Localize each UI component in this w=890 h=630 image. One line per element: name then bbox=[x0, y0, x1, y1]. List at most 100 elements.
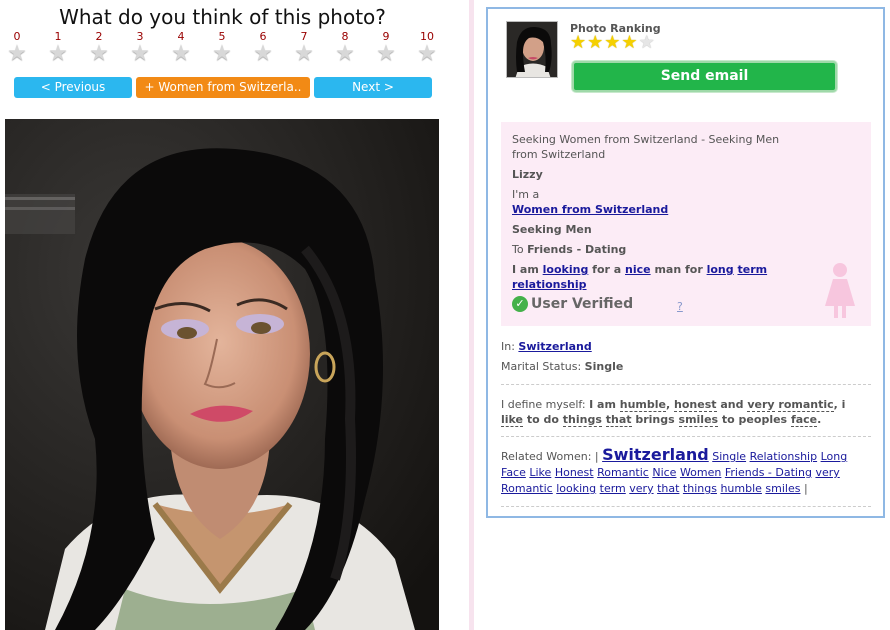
divider bbox=[501, 384, 871, 385]
related-link[interactable]: Romantic bbox=[501, 482, 553, 495]
ranking-stars: ★★★★★ bbox=[570, 33, 656, 53]
define-keyword: like bbox=[501, 413, 524, 427]
related-end: | bbox=[800, 482, 808, 495]
define-text-part: and bbox=[716, 398, 748, 411]
desc-link-nice[interactable]: nice bbox=[625, 263, 651, 276]
rate-0[interactable]: 0 ★ bbox=[5, 30, 29, 65]
related-link[interactable]: Face bbox=[501, 466, 526, 479]
star-icon: ★ bbox=[89, 41, 109, 66]
location-link[interactable]: Switzerland bbox=[518, 340, 591, 353]
related-link[interactable]: Long bbox=[821, 450, 848, 463]
to-line: To Friends - Dating bbox=[512, 242, 626, 257]
profile-photo[interactable] bbox=[5, 119, 439, 630]
profile-name-text: Lizzy bbox=[512, 168, 543, 181]
rate-7[interactable]: 7 ★ bbox=[292, 30, 316, 65]
category-button[interactable]: + Women from Switzerla.. bbox=[136, 77, 310, 98]
seeking-label: Seeking Men bbox=[512, 222, 592, 237]
related-link[interactable]: Women bbox=[680, 466, 721, 479]
woman-icon bbox=[825, 263, 855, 318]
im-a-label: I'm a bbox=[512, 188, 540, 201]
define-text-part: . bbox=[817, 413, 822, 426]
related-link[interactable]: very bbox=[629, 482, 653, 495]
previous-button[interactable]: < Previous bbox=[14, 77, 132, 98]
rate-5[interactable]: 5 ★ bbox=[210, 30, 234, 65]
related-link[interactable]: things bbox=[683, 482, 717, 495]
divider bbox=[501, 506, 871, 507]
related-link[interactable]: Romantic bbox=[597, 466, 649, 479]
send-email-button[interactable]: Send email bbox=[572, 61, 837, 92]
category-link[interactable]: Women from Switzerland bbox=[512, 203, 668, 216]
rate-8[interactable]: 8 ★ bbox=[333, 30, 357, 65]
rate-3[interactable]: 3 ★ bbox=[128, 30, 152, 65]
related-link[interactable]: Relationship bbox=[750, 450, 818, 463]
define-keyword: things bbox=[562, 413, 602, 427]
seeking-label-text: Seeking Men bbox=[512, 223, 592, 236]
to-value: Friends - Dating bbox=[527, 243, 627, 256]
marital-value: Single bbox=[584, 360, 624, 373]
desc-text-3: man for bbox=[650, 263, 707, 276]
related-link[interactable]: Nice bbox=[652, 466, 676, 479]
define-text-part: I am bbox=[589, 398, 620, 411]
next-button[interactable]: Next > bbox=[314, 77, 432, 98]
star-icon: ★ bbox=[294, 41, 314, 66]
rate-1[interactable]: 1 ★ bbox=[46, 30, 70, 65]
photo-column: What do you think of this photo? 0 ★ 1 ★ 2… bbox=[0, 0, 445, 630]
rank-star-icon: ★ bbox=[621, 32, 639, 53]
desc-link-term[interactable]: term bbox=[737, 263, 767, 276]
star-icon: ★ bbox=[376, 41, 396, 66]
rank-star-icon: ★ bbox=[587, 32, 605, 53]
self-definition: I define myself: I am humble, honest and… bbox=[501, 397, 871, 427]
desc-link-looking[interactable]: looking bbox=[543, 263, 589, 276]
profile-panel: Photo Ranking ★★★★★ Send email Seeking W… bbox=[486, 7, 885, 518]
related-link[interactable]: term bbox=[600, 482, 626, 495]
description-line: I am looking for a nice man for long ter… bbox=[512, 262, 802, 292]
related-link-switzerland[interactable]: Switzerland bbox=[602, 445, 709, 464]
marital-line: Marital Status: Single bbox=[501, 360, 623, 373]
define-keyword: humble bbox=[619, 398, 666, 412]
star-icon: ★ bbox=[7, 41, 27, 66]
rate-6[interactable]: 6 ★ bbox=[251, 30, 275, 65]
avatar-image bbox=[507, 22, 557, 77]
star-icon: ★ bbox=[335, 41, 355, 66]
define-text-part: brings bbox=[631, 413, 679, 426]
define-text-part: to peoples bbox=[718, 413, 791, 426]
related-link[interactable]: Friends - Dating bbox=[725, 466, 812, 479]
rate-4[interactable]: 4 ★ bbox=[169, 30, 193, 65]
define-keyword: romantic bbox=[778, 398, 834, 412]
related-link[interactable]: looking bbox=[556, 482, 596, 495]
rate-10[interactable]: 10 ★ bbox=[415, 30, 439, 65]
star-icon: ★ bbox=[253, 41, 273, 66]
define-keyword: very bbox=[747, 398, 775, 412]
category-link-line: Women from Switzerland bbox=[512, 202, 668, 217]
rank-star-icon: ★ bbox=[604, 32, 622, 53]
rate-2[interactable]: 2 ★ bbox=[87, 30, 111, 65]
avatar[interactable] bbox=[506, 21, 558, 78]
define-keyword: that bbox=[605, 413, 632, 427]
define-text-part: , bbox=[666, 398, 675, 411]
rate-9[interactable]: 9 ★ bbox=[374, 30, 398, 65]
related-label: Related Women: | bbox=[501, 450, 603, 463]
to-prefix: To bbox=[512, 243, 528, 256]
location-line: In: Switzerland bbox=[501, 340, 592, 353]
related-link[interactable]: Honest bbox=[555, 466, 594, 479]
column-divider bbox=[469, 0, 474, 630]
define-keyword: honest bbox=[674, 398, 717, 412]
desc-link-long[interactable]: long bbox=[707, 263, 734, 276]
related-link[interactable]: humble bbox=[720, 482, 761, 495]
seeking-line-2: from Switzerland bbox=[512, 148, 606, 161]
desc-text-1: I am bbox=[512, 263, 543, 276]
rank-star-icon: ★ bbox=[570, 32, 588, 53]
related-link[interactable]: Like bbox=[529, 466, 551, 479]
help-link[interactable]: ? bbox=[677, 300, 683, 313]
check-icon: ✓ bbox=[512, 296, 528, 312]
seeking-line-1: Seeking Women from Switzerland - Seeking… bbox=[512, 133, 780, 146]
star-icon: ★ bbox=[417, 41, 437, 66]
define-keyword: face bbox=[790, 413, 818, 427]
related-link[interactable]: smiles bbox=[765, 482, 800, 495]
verified-text: User Verified bbox=[531, 296, 634, 312]
related-link[interactable]: Single bbox=[712, 450, 746, 463]
related-link[interactable]: that bbox=[657, 482, 679, 495]
related-link[interactable]: very bbox=[815, 466, 839, 479]
portrait-image bbox=[5, 119, 439, 630]
desc-link-relationship[interactable]: relationship bbox=[512, 278, 587, 291]
